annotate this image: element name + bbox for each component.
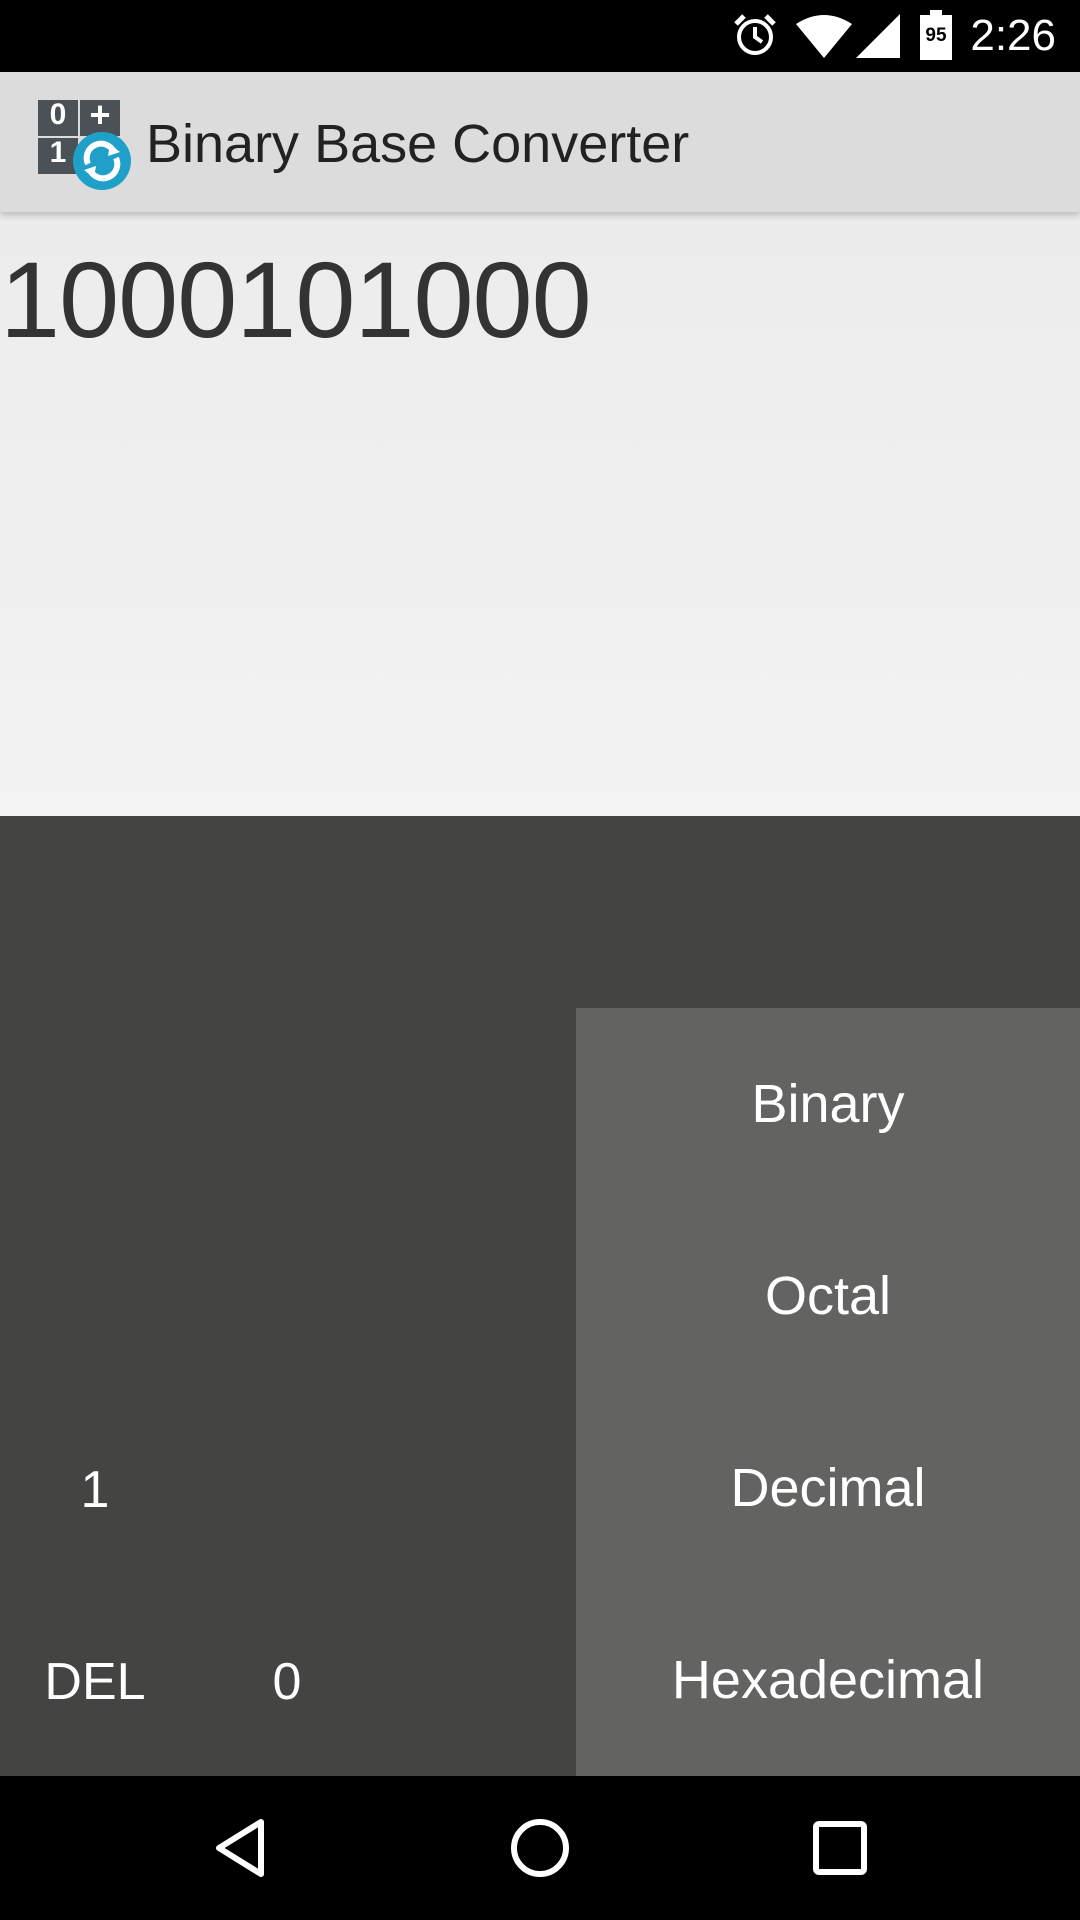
base-binary-button[interactable]: Binary bbox=[576, 1008, 1080, 1200]
keypad: 1 DEL 0 Binary Octal Decimal Hexadecimal bbox=[0, 816, 1080, 1776]
back-icon[interactable] bbox=[205, 1812, 277, 1884]
app-bar: 0 + 1 Binary Base Converter bbox=[0, 72, 1080, 212]
result-display: 1000101000 bbox=[0, 212, 1080, 816]
battery-level: 95 bbox=[925, 25, 947, 46]
base-decimal-button[interactable]: Decimal bbox=[576, 1392, 1080, 1584]
del-button[interactable]: DEL bbox=[30, 1652, 160, 1712]
key-1[interactable]: 1 bbox=[30, 1460, 160, 1520]
status-clock: 2:26 bbox=[970, 11, 1056, 60]
recents-icon[interactable] bbox=[804, 1812, 876, 1884]
app-logo-digit-1: 1 bbox=[49, 136, 67, 169]
home-icon[interactable] bbox=[504, 1812, 576, 1884]
alarm-icon bbox=[734, 14, 776, 55]
app-title: Binary Base Converter bbox=[146, 114, 690, 174]
app-logo-digit-plus: + bbox=[89, 94, 111, 135]
base-hexadecimal-button[interactable]: Hexadecimal bbox=[576, 1584, 1080, 1776]
app-logo-digit-0: 0 bbox=[49, 98, 67, 131]
navigation-bar bbox=[0, 1776, 1080, 1920]
base-octal-button[interactable]: Octal bbox=[576, 1200, 1080, 1392]
wifi-icon bbox=[796, 15, 852, 58]
signal-icon bbox=[856, 14, 900, 58]
key-0[interactable]: 0 bbox=[222, 1652, 352, 1712]
display-value: 1000101000 bbox=[0, 239, 592, 360]
status-bar: 95 2:26 bbox=[0, 0, 1080, 72]
base-selector-panel: Binary Octal Decimal Hexadecimal bbox=[576, 1008, 1080, 1776]
